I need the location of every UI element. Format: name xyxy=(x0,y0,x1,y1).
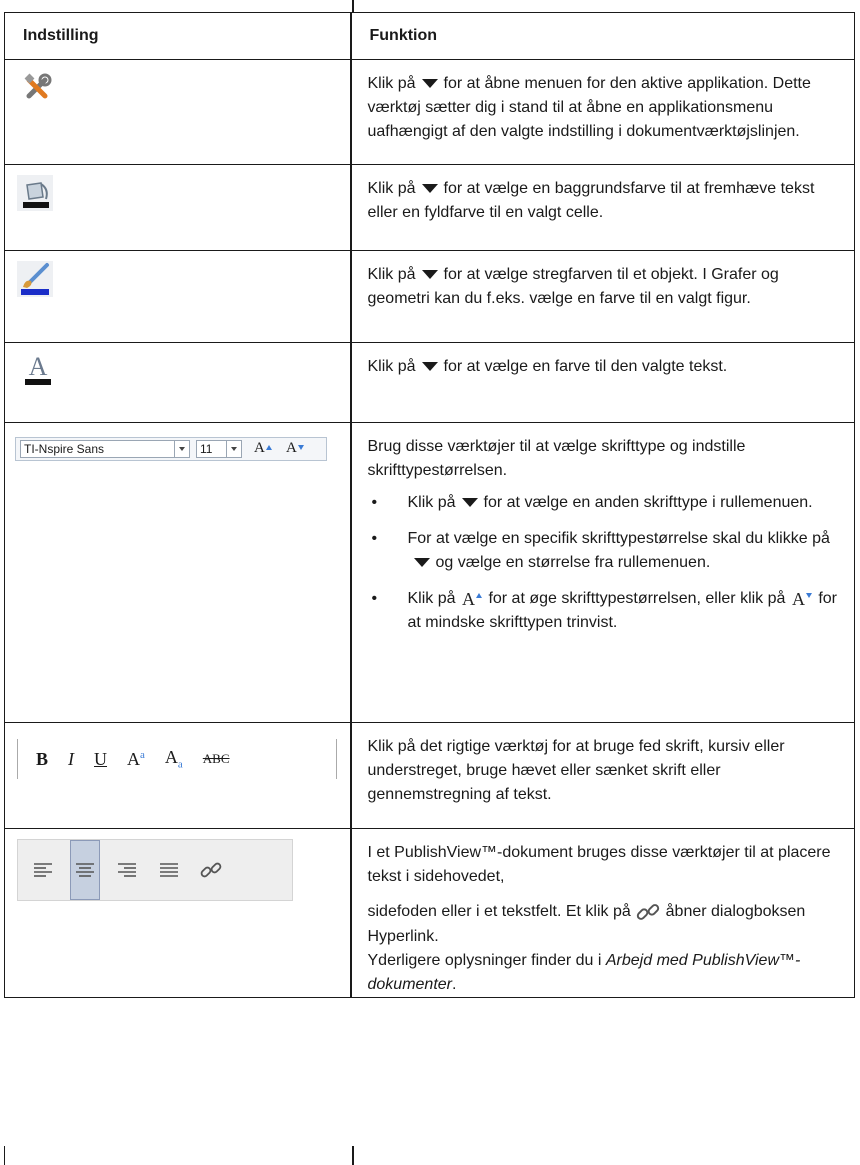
table-row: A Klik på for at vælge en farve til den v… xyxy=(4,342,855,423)
subscript-button[interactable]: Aa xyxy=(165,747,183,771)
hyperlink-icon[interactable] xyxy=(196,840,226,900)
tools-icon xyxy=(24,73,52,99)
font-grow-button[interactable]: A xyxy=(254,440,273,457)
font-toolbar: TI-Nspire Sans 11 A A xyxy=(15,437,327,461)
paint-bucket-icon xyxy=(17,175,53,211)
text-color-icon: A xyxy=(25,353,51,385)
font-grow-icon: A xyxy=(462,589,482,609)
hyperlink-icon xyxy=(637,904,660,920)
header-function: Funktion xyxy=(350,12,855,60)
list-item: For at vælge en specifik skrifttypestørr… xyxy=(368,527,841,575)
svg-text:A: A xyxy=(792,589,805,609)
triangle-down-icon xyxy=(297,445,304,450)
function-cell: Klik på for at vælge en farve til den val… xyxy=(350,342,855,423)
dropdown-arrow-icon xyxy=(461,497,478,507)
alignment-toolbar xyxy=(17,839,293,901)
table-bottom-left-border xyxy=(4,1146,5,1165)
align-right-icon[interactable] xyxy=(112,840,142,900)
header-setting: Indstilling xyxy=(4,12,352,60)
strikethrough-button[interactable]: ABC xyxy=(203,751,230,767)
function-cell: Klik på for at vælge en baggrundsfarve ti… xyxy=(350,164,855,251)
italic-button[interactable]: I xyxy=(68,749,74,770)
text-format-toolbar: B I U Aa Aa ABC xyxy=(17,739,337,779)
dropdown-arrow-icon xyxy=(413,557,430,567)
function-cell: I et PublishView™-dokument bruges disse … xyxy=(350,828,855,998)
font-size-select[interactable]: 11 xyxy=(196,440,242,458)
svg-text:A: A xyxy=(462,589,475,609)
table-row: B I U Aa Aa ABC Klik på det rigtige værk… xyxy=(4,722,855,829)
chevron-down-icon xyxy=(179,447,185,451)
underline-button[interactable]: U xyxy=(94,749,107,770)
bold-button[interactable]: B xyxy=(36,749,48,770)
function-cell: Klik på for at vælge stregfarven til et o… xyxy=(350,250,855,343)
table-row: Klik på for at vælge stregfarven til et o… xyxy=(4,250,855,343)
dropdown-arrow-icon xyxy=(421,361,438,371)
font-shrink-icon: A xyxy=(792,589,812,609)
triangle-up-icon xyxy=(265,445,272,450)
chevron-down-icon xyxy=(231,447,237,451)
table-row: I et PublishView™-dokument bruges disse … xyxy=(4,828,855,998)
dropdown-arrow-icon xyxy=(421,269,438,279)
table-row: Klik på for at vælge en baggrundsfarve ti… xyxy=(4,164,855,251)
font-name-select[interactable]: TI-Nspire Sans xyxy=(20,440,190,458)
superscript-button[interactable]: Aa xyxy=(127,749,145,770)
table-row: Klik på for at åbne menuen for den aktive… xyxy=(4,59,855,165)
bullet-list: Klik påfor at vælge en anden skrifttype … xyxy=(368,491,841,635)
list-item: Klik på A for at øge skrifttypestørrelse… xyxy=(368,587,841,635)
table-bottom-divider xyxy=(352,1146,354,1165)
table-top-divider xyxy=(352,0,354,12)
table-row: TI-Nspire Sans 11 A A Brug disse værktøj… xyxy=(4,422,855,723)
dropdown-arrow-icon xyxy=(421,78,438,88)
dropdown-arrow-icon xyxy=(421,183,438,193)
table-header-row: Indstilling Funktion xyxy=(4,12,855,60)
brush-icon xyxy=(17,261,53,297)
list-item: Klik påfor at vælge en anden skrifttype … xyxy=(368,491,841,515)
function-cell: Klik på for at åbne menuen for den aktive… xyxy=(350,59,855,165)
font-size-dropdown[interactable] xyxy=(226,441,241,457)
settings-table: Indstilling Funktion Klik på for at åbne … xyxy=(4,12,855,998)
align-left-icon[interactable] xyxy=(28,840,58,900)
align-center-icon[interactable] xyxy=(70,840,100,900)
function-cell: Klik på det rigtige værktøj for at bruge… xyxy=(350,722,855,829)
align-justify-icon[interactable] xyxy=(154,840,184,900)
svg-text:A: A xyxy=(29,353,48,381)
font-name-dropdown[interactable] xyxy=(174,441,189,457)
font-shrink-button[interactable]: A xyxy=(286,440,305,457)
function-cell: Brug disse værktøjer til at vælge skrift… xyxy=(350,422,855,723)
